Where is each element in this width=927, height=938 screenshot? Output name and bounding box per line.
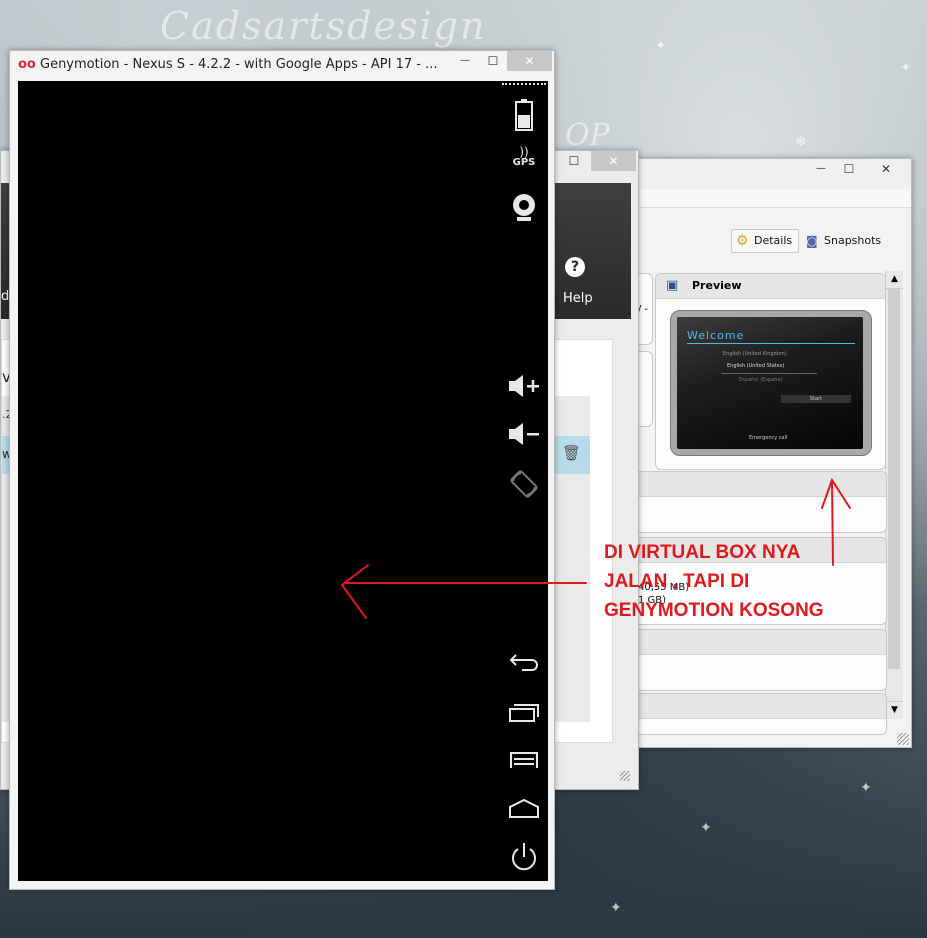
resize-grip[interactable] [620,771,630,781]
genymotion-device-window[interactable]: oo Genymotion - Nexus S - 4.2.2 - with G… [9,50,555,890]
power-icon[interactable] [500,841,548,876]
monitor-icon: ▣ [666,278,679,293]
recent-apps-icon[interactable] [500,701,548,726]
volume-down-icon[interactable] [500,421,548,450]
maximize-button[interactable]: ☐ [559,151,589,171]
menu-icon[interactable] [500,749,548,774]
webcam-icon[interactable] [500,193,548,226]
rotate-icon[interactable] [500,469,548,502]
minimize-button[interactable]: — [807,159,835,179]
gear-icon: ⚙ [736,233,749,249]
preview-title: Preview [692,279,742,292]
scroll-up-arrow[interactable]: ▲ [886,271,903,289]
camera-icon: ◙ [806,234,818,248]
snapshots-button[interactable]: ◙ Snapshots [801,229,888,253]
details-label: Details [754,234,793,247]
close-button[interactable]: ✕ [591,151,636,171]
resize-grip[interactable] [897,733,909,745]
annotation-line-3: GENYMOTION KOSONG [604,600,824,621]
genymotion-sidebar: )) GPS [500,81,548,881]
device-screen[interactable] [18,81,500,881]
home-icon[interactable] [500,797,548,822]
gps-icon[interactable]: )) GPS [500,146,548,168]
virtualbox-window[interactable]: — ☐ ✕ ⚙ Details ◙ Snapshots ▲ ▼ / - ▣ Pr… [591,158,912,748]
annotation-text: DI VIRTUAL BOX NYA JALAN , TAPI DI GENYM… [604,538,824,625]
close-button[interactable]: ✕ [863,159,909,179]
maximize-button[interactable]: ☐ [478,51,508,71]
snapshots-label: Snapshots [824,234,882,247]
start-button: Start [781,395,851,403]
preview-device: Welcome English (United Kingdom) English… [670,310,872,456]
close-button[interactable]: ✕ [507,51,552,71]
back-icon[interactable] [500,651,548,676]
preview-panel: ▣ Preview Welcome English (United Kingdo… [655,273,886,470]
vertical-scrollbar[interactable]: ▲ ▼ [885,271,903,719]
scroll-down-arrow[interactable]: ▼ [886,701,903,719]
help-label[interactable]: Help [563,291,593,306]
scroll-thumb[interactable] [888,289,900,669]
watermark-text: Cadsartsdesign [160,4,487,48]
details-button[interactable]: ⚙ Details [731,229,800,253]
maximize-button[interactable]: ☐ [835,159,863,179]
drag-handle[interactable] [502,83,546,88]
preview-screen: Welcome English (United Kingdom) English… [677,317,863,449]
window-title: Genymotion - Nexus S - 4.2.2 - with Goog… [40,57,438,72]
genymotion-logo-icon: oo [18,57,36,72]
battery-icon[interactable] [500,99,548,134]
volume-up-icon[interactable] [500,373,548,402]
trash-icon[interactable]: 🗑 [562,444,581,462]
help-icon[interactable]: ? [565,257,585,277]
watermark-text-2: OP [565,118,610,153]
minimize-button[interactable]: — [450,51,480,71]
annotation-line-1: DI VIRTUAL BOX NYA [604,542,801,563]
annotation-line-2: JALAN , TAPI DI [604,571,750,592]
